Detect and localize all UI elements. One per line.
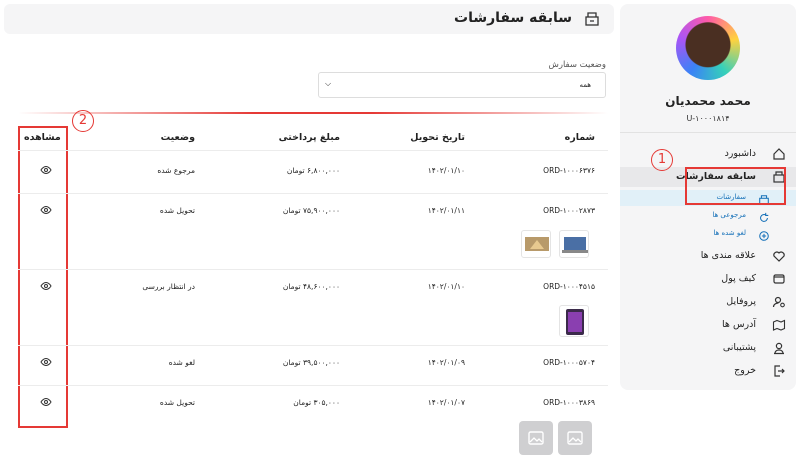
order-status-label: وضعیت سفارش xyxy=(548,60,606,70)
order-status: در انتظار بررسی xyxy=(142,282,195,291)
order-number: ORD-۱۰۰۰۵۷۰۴ xyxy=(543,358,595,367)
order-status: لغو شده xyxy=(168,358,195,367)
eye-icon[interactable] xyxy=(40,397,52,407)
eye-icon[interactable] xyxy=(40,281,52,291)
col-header-number: شماره xyxy=(564,132,595,143)
eye-icon[interactable] xyxy=(40,205,52,215)
delivery-date: ۱۴۰۲/۰۱/۰۷ xyxy=(427,398,465,407)
col-header-status: وضعیت xyxy=(160,132,195,143)
image-placeholder-icon xyxy=(558,421,592,455)
order-number: ORD-۱۰۰۰۲۸۷۳ xyxy=(543,206,595,215)
paid-amount: ۶,۸۰۰,۰۰۰ تومان xyxy=(286,166,340,175)
annotation-marker-1: 1 xyxy=(651,149,673,171)
col-header-view: مشاهده xyxy=(24,132,61,143)
order-status: تحویل شده xyxy=(159,398,195,407)
order-status-value: همه xyxy=(579,81,592,89)
wallet-icon xyxy=(773,274,785,284)
paid-amount: ۷۵,۹۰۰,۰۰۰ تومان xyxy=(282,206,340,215)
row-divider xyxy=(18,345,608,346)
page-title: سابقه سفارشات xyxy=(454,10,572,26)
sidebar-item-wallet[interactable]: کیف پول xyxy=(620,269,796,289)
sidebar-item-addresses[interactable]: آدرس ها xyxy=(620,315,796,335)
delivery-date: ۱۴۰۲/۰۱/۱۱ xyxy=(427,206,465,215)
paid-amount: ۳۹,۵۰۰,۰۰۰ تومان xyxy=(282,358,340,367)
home-icon xyxy=(773,148,785,160)
product-thumbnail-tablet xyxy=(559,305,589,337)
cancel-circle-icon xyxy=(759,231,769,241)
support-icon xyxy=(774,342,784,355)
row-divider xyxy=(18,269,608,270)
heart-icon xyxy=(773,251,785,262)
laptop-image xyxy=(562,237,588,253)
sidebar-item-favorites[interactable]: علاقه مندی ها xyxy=(620,246,796,266)
eye-icon[interactable] xyxy=(40,357,52,367)
order-number: ORD-۱۰۰۰۶۳۷۶ xyxy=(543,166,595,175)
image-placeholder-icon xyxy=(519,421,553,455)
order-status: تحویل شده xyxy=(159,206,195,215)
eye-icon[interactable] xyxy=(40,165,52,175)
product-thumbnail-macbook xyxy=(521,230,551,258)
row-divider xyxy=(18,150,608,151)
sidebar-item-logout[interactable]: خروج xyxy=(620,361,796,381)
sidebar-item-dashboard[interactable]: داشبورد xyxy=(620,144,796,164)
chevron-down-icon: ⌵ xyxy=(325,79,332,88)
return-icon xyxy=(760,212,769,222)
delivery-date: ۱۴۰۲/۰۱/۰۹ xyxy=(427,358,465,367)
avatar xyxy=(676,16,740,80)
sidebar-subitem-cancelled[interactable]: لغو شده ها xyxy=(620,226,796,242)
col-header-amount: مبلغ پرداختی xyxy=(278,132,340,143)
paid-amount: ۴۸,۶۰۰,۰۰۰ تومان xyxy=(282,282,340,291)
logout-icon xyxy=(774,365,785,377)
orders-box-icon xyxy=(585,12,599,26)
row-divider xyxy=(18,385,608,386)
order-status: مرجوع شده xyxy=(157,166,195,175)
order-number: ORD-۱۰۰۰۳۸۶۹ xyxy=(543,398,595,407)
divider xyxy=(620,132,796,133)
page-header: سابقه سفارشات xyxy=(4,4,614,34)
macbook-image xyxy=(525,237,549,251)
order-number: ORD-۱۰۰۰۴۵۱۵ xyxy=(543,282,595,291)
map-icon xyxy=(772,319,786,331)
sidebar-subitem-returns[interactable]: مرجوعی ها xyxy=(620,208,796,224)
sidebar-item-profile[interactable]: پروفایل xyxy=(620,292,796,312)
annotation-highlight-order-history xyxy=(685,167,786,205)
tablet-image xyxy=(566,309,584,335)
user-settings-icon xyxy=(772,296,785,308)
user-name: محمد محمدیان xyxy=(665,94,751,108)
user-id: U-۱۰۰۰۱۸۱۴ xyxy=(686,114,730,123)
order-status-select[interactable]: همه ⌵ xyxy=(318,72,606,98)
row-divider xyxy=(18,193,608,194)
col-header-date: تاریخ تحویل xyxy=(410,132,465,143)
annotation-marker-2: 2 xyxy=(72,110,94,132)
divider-accent xyxy=(18,112,608,114)
delivery-date: ۱۴۰۲/۰۱/۱۰ xyxy=(427,166,465,175)
sidebar-item-support[interactable]: پشتیبانی xyxy=(620,338,796,358)
product-thumbnail-laptop xyxy=(559,230,589,258)
delivery-date: ۱۴۰۲/۰۱/۱۰ xyxy=(427,282,465,291)
paid-amount: ۳۰۵,۰۰۰ تومان xyxy=(293,398,340,407)
